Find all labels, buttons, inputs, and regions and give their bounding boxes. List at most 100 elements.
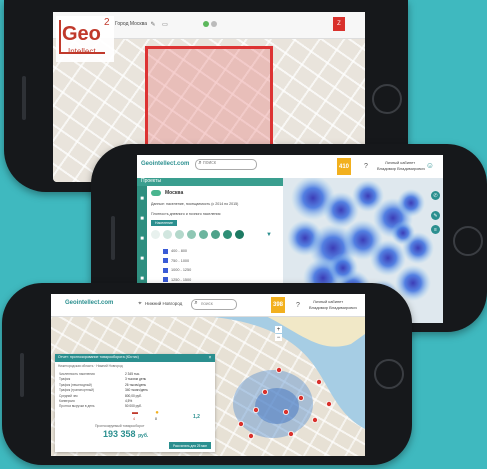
legend-swatch-icon (163, 248, 168, 254)
legend-swatch-icon (163, 267, 168, 273)
store-marker[interactable] (237, 421, 244, 428)
store-marker[interactable] (287, 430, 294, 437)
row-value: 2 345 тыс. (125, 372, 141, 376)
row-value: 3 тысячи день (125, 377, 147, 382)
layers-title: Проекты (141, 178, 162, 184)
legend-item: 400 - 800 (163, 247, 187, 255)
page-counter-value: 410 (338, 163, 349, 170)
phone-speaker (20, 353, 24, 397)
layer-icon[interactable]: ■ (138, 215, 146, 223)
page-counter[interactable]: 410 (337, 158, 351, 175)
search-placeholder: поиск (203, 160, 216, 166)
report-title: Отчет: прогнозирование товарооборота (Юс… (58, 355, 139, 359)
phone-bottom: Geointellect.com ⌖ Нижний Новгород поиск… (2, 283, 412, 465)
legend-label: 750 - 1000 (171, 258, 190, 263)
row-value: 50 000 руб. (125, 404, 142, 409)
user-icon[interactable]: ☺ (425, 160, 435, 170)
geointellect-logo: Geo 2 Intellect (56, 16, 114, 62)
row-label: Трафик (пешеходный) (59, 382, 92, 387)
color-swatch[interactable] (175, 230, 184, 239)
color-swatch[interactable] (199, 230, 208, 239)
legend-item: 750 - 1000 (163, 257, 189, 265)
store-marker[interactable] (311, 417, 318, 424)
color-swatch[interactable] (187, 230, 196, 239)
phone-icon[interactable]: ✆ (431, 191, 440, 200)
home-button (372, 84, 402, 114)
phone-speaker (111, 216, 115, 260)
legend-label: 400 - 800 (171, 249, 188, 253)
report-subtitle: Нижегородская область · Нижний Новгород (58, 364, 123, 368)
pencil-icon[interactable]: ✎ (149, 20, 157, 28)
stat-value: 8 (155, 417, 157, 421)
store-marker[interactable] (252, 407, 259, 414)
row-label: Прогноз выручки в день (59, 404, 95, 409)
search-icon[interactable]: ⌕ (197, 160, 203, 167)
population-tag[interactable]: Население (151, 220, 177, 226)
car-icon: ▬ (132, 410, 138, 416)
layer-icon[interactable]: ■ (138, 275, 146, 283)
store-marker[interactable] (247, 432, 254, 439)
close-icon[interactable]: × (207, 355, 213, 361)
layer-icon[interactable]: ■ (138, 195, 146, 203)
ruler-icon[interactable]: ▭ (161, 20, 169, 28)
row-label: Средний чек (59, 393, 78, 398)
city-select[interactable]: Город Москва (115, 22, 147, 27)
population-tag-label: Население (155, 221, 173, 225)
data-item[interactable]: Данные: население, посещаемость (с 2014 … (151, 202, 238, 207)
legend-swatch-icon (163, 277, 168, 282)
row-label: Конверсия (59, 399, 75, 403)
row-value: 4,5% (125, 399, 133, 403)
row-label: Трафик (транспортный) (59, 388, 94, 393)
phone-speaker (22, 76, 26, 120)
row-value: 26 тысяч/день (125, 382, 147, 387)
row-label: Численность населения (59, 372, 95, 376)
layer-icon[interactable]: ■ (138, 235, 146, 243)
color-swatch[interactable] (223, 230, 232, 239)
people-icon: ● (155, 410, 159, 416)
legend-item: 1000 - 1250 (163, 266, 191, 274)
dot-icon[interactable] (203, 21, 209, 27)
layer-icon[interactable]: ■ (138, 255, 146, 263)
home-button (374, 359, 404, 389)
store-marker[interactable] (282, 409, 289, 416)
user-line2[interactable]: Владимир Владимирович (377, 167, 425, 171)
user-line1[interactable]: Личный кабинет (385, 161, 415, 165)
calculate-button[interactable]: Рассчитать для 25 мин (169, 442, 211, 449)
color-swatch[interactable] (163, 230, 172, 239)
logo-sub: Intellect (68, 47, 96, 56)
store-marker[interactable] (275, 367, 282, 374)
region-label[interactable]: Москва (165, 191, 183, 196)
legend-label: 1000 - 1250 (171, 268, 192, 272)
stat-value: 4 (133, 417, 135, 421)
color-swatch[interactable] (211, 230, 220, 239)
stat-value: 1,2 (193, 414, 200, 420)
layers-icon[interactable]: ≡ (431, 225, 440, 234)
legend-swatch-icon (163, 258, 168, 263)
edit-icon[interactable]: ✎ (431, 211, 440, 220)
filter-icon[interactable]: ▼ (265, 231, 273, 239)
screen-report[interactable]: Geointellect.com ⌖ Нижний Новгород поиск… (51, 294, 365, 456)
legend-label: 1250 - 1500 (171, 277, 192, 282)
color-swatch[interactable] (235, 230, 244, 239)
logo-sup: 2 (104, 17, 110, 28)
toggle-icon[interactable] (151, 190, 161, 196)
store-marker[interactable] (297, 395, 304, 402)
heatmap-blob (397, 189, 425, 217)
store-marker[interactable] (261, 389, 268, 396)
report-table: Численность населения 2 345 тыс. Трафик 3 т… (59, 372, 179, 424)
heatmap-blob (391, 221, 415, 245)
color-swatch[interactable] (151, 230, 160, 239)
brand-name: Geointellect (141, 161, 176, 167)
help-icon[interactable]: ? (361, 161, 371, 171)
store-marker[interactable] (315, 379, 322, 386)
dot-icon[interactable] (211, 21, 217, 27)
total-value: 193 358 руб. (103, 430, 148, 439)
badge-icon[interactable]: Z (333, 17, 345, 31)
logo-word: Geo (62, 23, 101, 45)
total-label: Прогнозируемый товарооборот (95, 424, 145, 428)
total-amount: 193 358 (103, 429, 136, 439)
density-item[interactable]: Плотность дневного и ночного населения (151, 212, 220, 217)
home-button (453, 226, 483, 256)
store-marker[interactable] (325, 401, 332, 408)
row-value: 800,00 руб. (125, 393, 142, 398)
